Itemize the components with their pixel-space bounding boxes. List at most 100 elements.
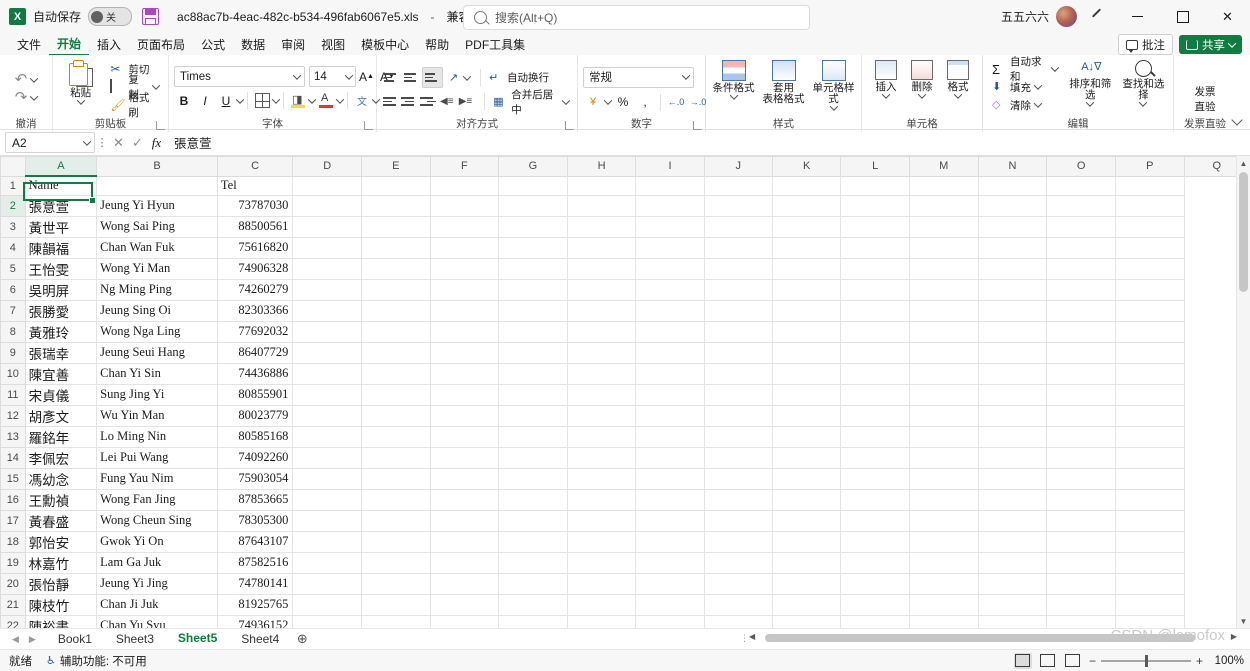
menu-item-page-layout[interactable]: 页面布局 bbox=[129, 34, 193, 55]
percent-format-button[interactable]: % bbox=[613, 93, 633, 112]
grid-cell[interactable] bbox=[841, 216, 909, 237]
bold-button[interactable]: B bbox=[174, 91, 194, 110]
grid-cell[interactable] bbox=[1047, 510, 1116, 531]
grid-cell[interactable] bbox=[430, 237, 498, 258]
decrease-decimal-button[interactable]: →.0 bbox=[688, 93, 708, 112]
grid-cell[interactable] bbox=[909, 426, 978, 447]
grid-cell[interactable] bbox=[430, 384, 498, 405]
grid-cell-name[interactable]: 張勝愛 bbox=[25, 300, 97, 321]
grid-cell[interactable] bbox=[636, 176, 704, 195]
grid-cell[interactable] bbox=[362, 258, 431, 279]
column-header-c[interactable]: C bbox=[217, 157, 292, 177]
grid-cell[interactable] bbox=[293, 489, 362, 510]
column-header-e[interactable]: E bbox=[362, 157, 431, 177]
merge-center-button[interactable]: ▦ 合并后居中 bbox=[489, 93, 572, 111]
grid-cell[interactable] bbox=[362, 447, 431, 468]
row-header[interactable]: 21 bbox=[1, 594, 26, 615]
menu-item-review[interactable]: 审阅 bbox=[273, 34, 313, 55]
grid-cell[interactable] bbox=[1047, 594, 1116, 615]
grid-cell-name[interactable]: 陳韻福 bbox=[25, 237, 97, 258]
grid-cell[interactable] bbox=[772, 342, 841, 363]
grid-cell[interactable] bbox=[1047, 615, 1116, 628]
find-select-button[interactable]: 查找和选择 bbox=[1119, 58, 1168, 107]
grid-cell-roman[interactable]: Wong Sai Ping bbox=[97, 216, 218, 237]
grid-cell[interactable] bbox=[499, 279, 568, 300]
grid-cell[interactable] bbox=[841, 531, 909, 552]
column-header-o[interactable]: O bbox=[1047, 157, 1116, 177]
grid-cell[interactable] bbox=[293, 573, 362, 594]
grid-cell[interactable] bbox=[841, 279, 909, 300]
format-painter-button[interactable]: 🖌 格式刷 bbox=[106, 96, 163, 114]
grid-cell[interactable] bbox=[567, 552, 636, 573]
grid-cell[interactable] bbox=[909, 237, 978, 258]
chevron-down-icon[interactable] bbox=[604, 96, 612, 104]
grid-cell[interactable] bbox=[567, 510, 636, 531]
grid-cell[interactable] bbox=[704, 176, 772, 195]
grid-cell[interactable] bbox=[978, 510, 1047, 531]
grid-cell-name[interactable]: 胡彥文 bbox=[25, 405, 97, 426]
grid-cell[interactable] bbox=[362, 615, 431, 628]
grid-cell[interactable] bbox=[636, 447, 704, 468]
grid-cell-tel[interactable]: 75616820 bbox=[217, 237, 292, 258]
orientation-button[interactable]: ↗ bbox=[444, 68, 463, 87]
grid-cell-tel[interactable]: 74092260 bbox=[217, 447, 292, 468]
grid-cell[interactable] bbox=[636, 615, 704, 628]
grid-cell[interactable] bbox=[909, 615, 978, 628]
vertical-scrollbar[interactable]: ▲ ▼ bbox=[1236, 156, 1250, 628]
grid-cell[interactable] bbox=[293, 342, 362, 363]
grid-cell[interactable] bbox=[636, 531, 704, 552]
grid-cell[interactable] bbox=[909, 300, 978, 321]
grid-cell[interactable] bbox=[704, 615, 772, 628]
page-break-view-button[interactable] bbox=[1064, 653, 1082, 669]
grid-cell[interactable] bbox=[1116, 594, 1185, 615]
grid-cell[interactable] bbox=[499, 426, 568, 447]
grid-cell-tel[interactable]: 87853665 bbox=[217, 489, 292, 510]
row-header[interactable]: 16 bbox=[1, 489, 26, 510]
grid-cell[interactable] bbox=[430, 195, 498, 216]
menu-item-view[interactable]: 视图 bbox=[313, 34, 353, 55]
grid-cell[interactable] bbox=[772, 216, 841, 237]
grid-cell[interactable] bbox=[1116, 552, 1185, 573]
grid-cell[interactable] bbox=[704, 426, 772, 447]
grid-cell[interactable] bbox=[636, 300, 704, 321]
grid-cell[interactable] bbox=[772, 552, 841, 573]
row-header[interactable]: 12 bbox=[1, 405, 26, 426]
grid-cell[interactable] bbox=[1116, 258, 1185, 279]
grid-cell[interactable] bbox=[362, 321, 431, 342]
increase-decimal-button[interactable]: ←.0 bbox=[666, 93, 686, 112]
grid-cell-roman[interactable]: Ng Ming Ping bbox=[97, 279, 218, 300]
grid-cell-name[interactable]: 宋貞儀 bbox=[25, 384, 97, 405]
scroll-right-arrow-icon[interactable]: ▶ bbox=[1231, 632, 1237, 641]
grid-cell-roman[interactable]: Sung Jing Yi bbox=[97, 384, 218, 405]
fill-button[interactable]: ⬇ 填充 bbox=[988, 78, 1062, 96]
grid-cell-roman[interactable]: Wong Fan Jing bbox=[97, 489, 218, 510]
avatar[interactable] bbox=[1056, 6, 1077, 27]
sort-filter-button[interactable]: A↓∇ 排序和筛选 bbox=[1066, 58, 1115, 107]
sheet-prev-arrow-icon[interactable]: ◀ bbox=[12, 634, 19, 645]
grid-cell-tel[interactable]: 87643107 bbox=[217, 531, 292, 552]
grid-cell[interactable] bbox=[362, 405, 431, 426]
grid-cell[interactable] bbox=[499, 384, 568, 405]
grid-cell[interactable] bbox=[978, 594, 1047, 615]
font-color-button[interactable]: A bbox=[316, 91, 336, 110]
font-size-select[interactable]: 14 bbox=[309, 66, 356, 87]
wrap-text-button[interactable]: ↵ 自动换行 bbox=[485, 69, 553, 87]
scroll-up-arrow-icon[interactable]: ▲ bbox=[1237, 156, 1250, 170]
grid-cell[interactable] bbox=[909, 489, 978, 510]
borders-button[interactable] bbox=[252, 91, 272, 110]
grid-cell-roman[interactable]: Wong Cheun Sing bbox=[97, 510, 218, 531]
grid-cell-tel[interactable]: 77692032 bbox=[217, 321, 292, 342]
chevron-down-icon[interactable] bbox=[463, 72, 471, 80]
horizontal-scroll-thumb[interactable] bbox=[765, 634, 1195, 642]
grid-cell[interactable] bbox=[499, 195, 568, 216]
grid-cell[interactable] bbox=[909, 510, 978, 531]
grid-cell-tel[interactable]: 74436886 bbox=[217, 363, 292, 384]
formula-input[interactable]: 張意萱 bbox=[166, 133, 1250, 153]
accessibility-status[interactable]: ♿ 辅助功能: 不可用 bbox=[46, 653, 147, 669]
row-header[interactable]: 17 bbox=[1, 510, 26, 531]
grid-cell[interactable] bbox=[636, 216, 704, 237]
grid-cell-tel[interactable]: 87582516 bbox=[217, 552, 292, 573]
cell-styles-button[interactable]: 单元格样式 bbox=[810, 58, 858, 111]
undo-button[interactable]: ↶ bbox=[11, 71, 42, 89]
grid-cell[interactable] bbox=[430, 468, 498, 489]
